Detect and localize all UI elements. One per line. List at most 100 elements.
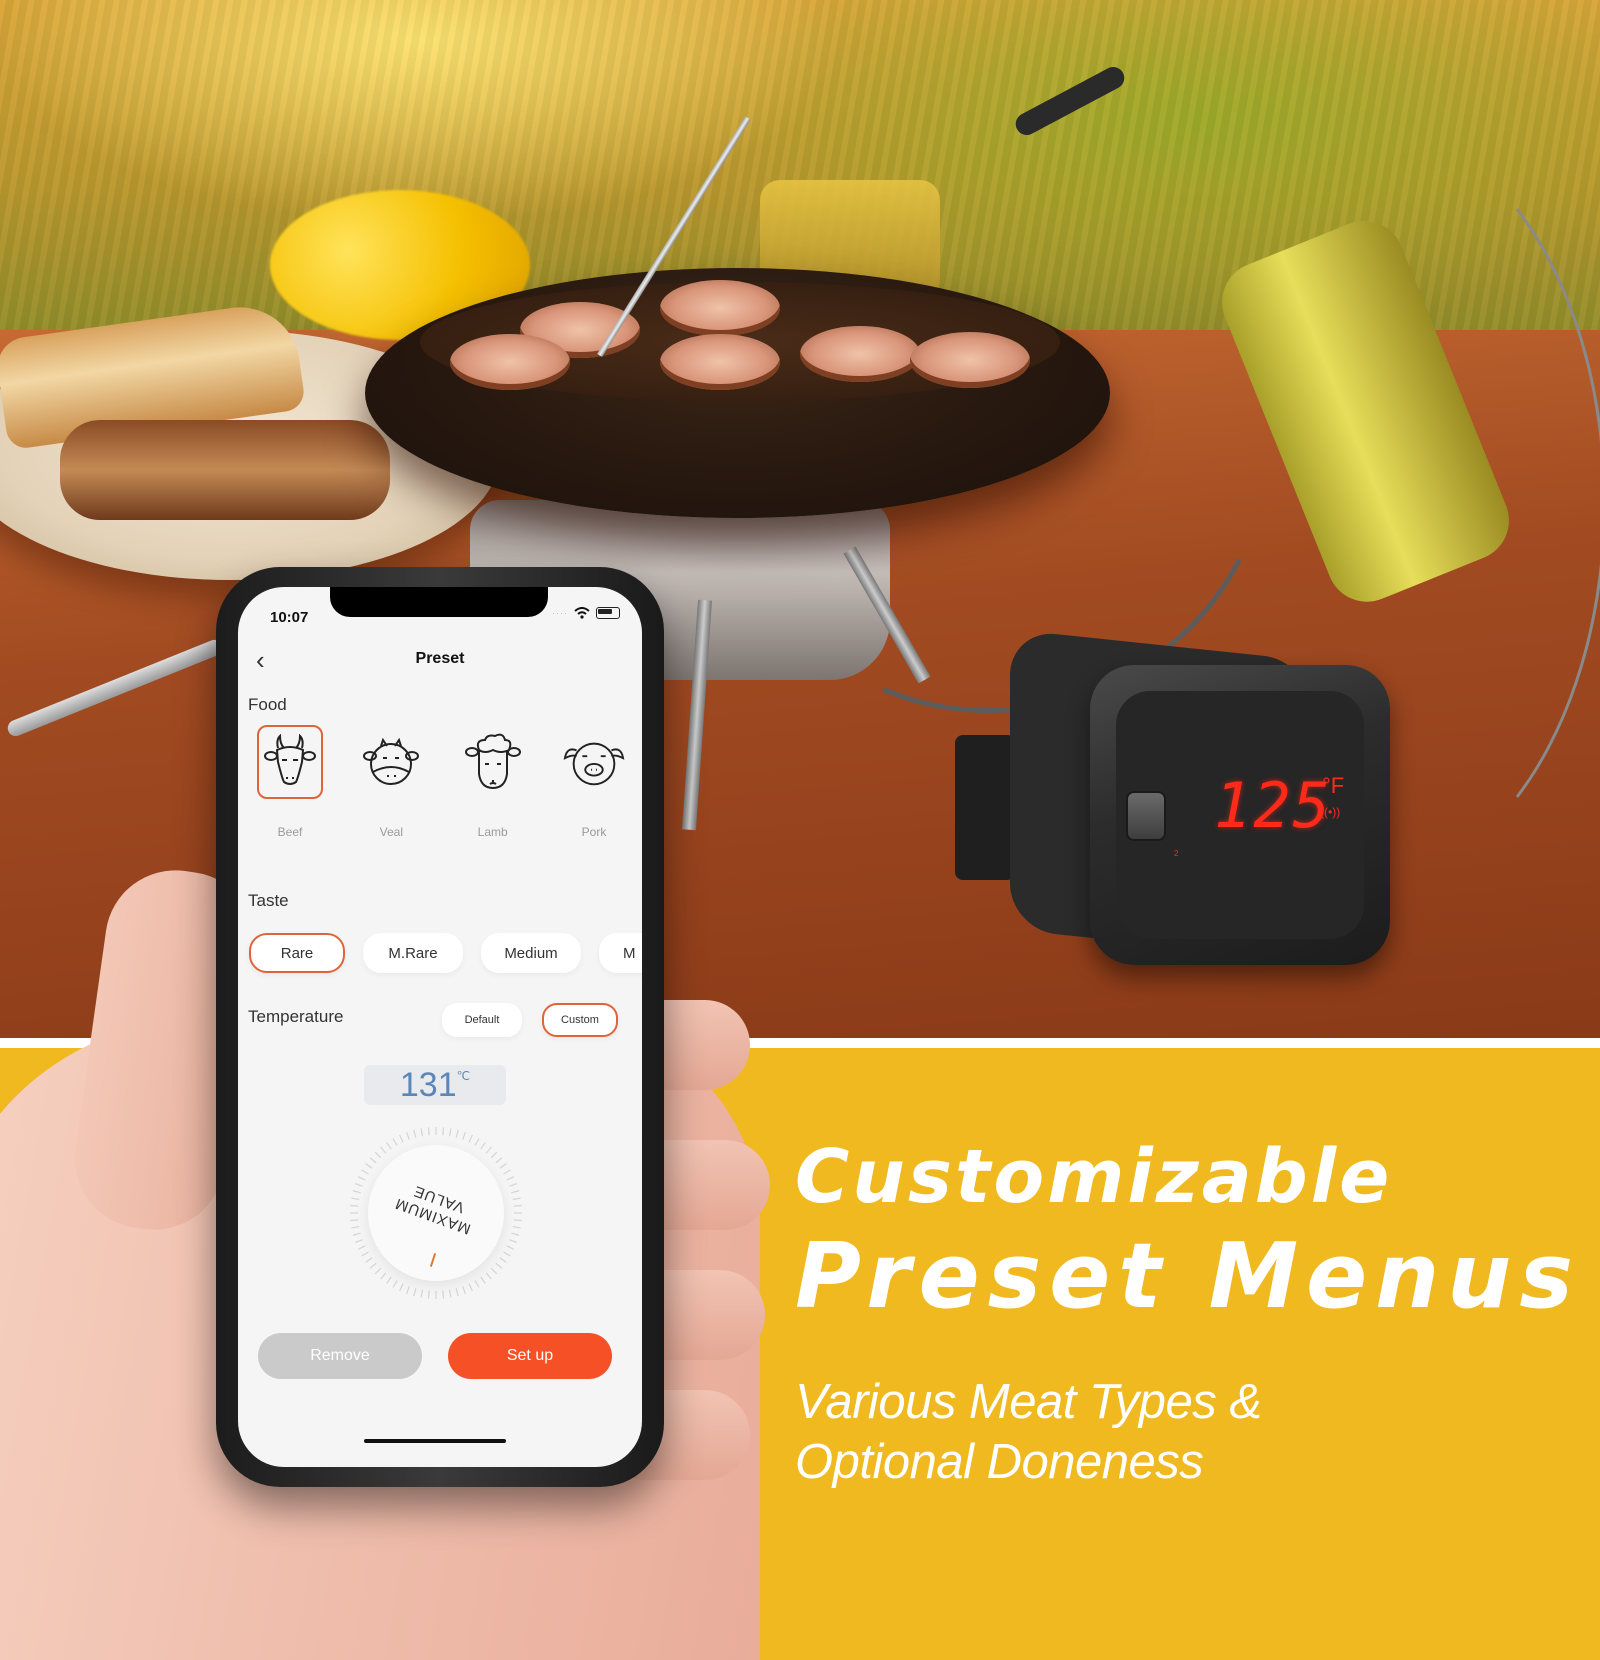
subheadline-line-1: Various Meat Types & [795,1375,1262,1429]
dial-knob[interactable]: MAXIMUM VALUE [368,1145,504,1281]
food-option-lamb[interactable]: Lamb [455,725,531,839]
headline: Customizable Preset Menus [795,1140,1581,1322]
food-option-pork[interactable]: Pork [556,725,632,839]
dial-tick [365,1163,373,1169]
dial-tick [512,1225,521,1229]
temperature-mode-custom[interactable]: Custom [542,1003,618,1037]
dial-tick [495,1157,503,1164]
food-option-veal[interactable]: Veal [353,725,429,839]
app-screen: 10:07 ···· ‹ Preset Food Beef Veal Lamb … [238,587,642,1467]
remove-button[interactable]: Remove [258,1333,422,1379]
dial-tick [480,1276,486,1284]
calf-icon [363,737,420,785]
food-label: Beef [277,825,303,839]
dial-tick [361,1251,369,1257]
taste-option-medium[interactable]: Medium [481,933,581,973]
dial-tick [386,1276,392,1284]
taste-option-medium-rare[interactable]: M.Rare [363,933,463,973]
food-selector: Beef Veal Lamb Pork [252,725,632,839]
device-temperature-display: 125 [1214,769,1332,842]
dial-tick [511,1232,520,1236]
dial-tick [427,1290,430,1299]
device-power-button[interactable] [1126,791,1166,841]
dial-tick [361,1169,369,1175]
dial-tick [351,1197,360,1201]
dial-tick [351,1225,360,1229]
cellular-signal-icon: ···· [552,608,568,618]
dial-tick [392,1138,398,1146]
dial-tick [350,1219,359,1222]
dial-tick [503,1251,511,1257]
dial-tick [480,1142,486,1150]
temperature-value: 131 [399,1066,457,1104]
status-time: 10:07 [270,609,309,626]
dial-tick [427,1127,430,1136]
dial-tick [386,1142,392,1150]
dial-tick [448,1289,452,1298]
taste-selector: Rare M.Rare Medium M [249,933,642,973]
setup-button[interactable]: Set up [448,1333,612,1379]
dial-tick [352,1190,361,1194]
pig-icon [563,742,625,786]
taste-section-label: Taste [248,891,289,910]
cow-icon [264,734,316,785]
thermometer-device: 125 °F ((•)) 2 [1090,665,1390,965]
sausage-slice [660,280,780,336]
dial-tick [455,1129,459,1138]
food-label: Veal [379,825,403,839]
taste-option-partial[interactable]: M [599,933,642,973]
page-title: Preset [415,650,465,667]
dial-tick [490,1151,498,1159]
dial-tick [392,1280,398,1288]
sausage-slice [660,334,780,390]
temperature-mode-toggle: Default Custom [442,1003,618,1037]
status-icons: ···· [552,607,620,619]
home-indicator [364,1439,506,1443]
dial-tick [442,1127,445,1136]
dial-tick [485,1272,492,1280]
dial-tick [420,1128,424,1137]
subheadline: Various Meat Types & Optional Doneness [795,1372,1262,1492]
taste-option-rare[interactable]: Rare [249,933,345,973]
temperature-dial[interactable]: MAXIMUM VALUE [348,1125,524,1301]
dial-tick [511,1190,520,1194]
sheep-icon [464,733,521,790]
dial-tick [380,1146,387,1154]
dial-tick [468,1283,473,1292]
dial-tick [503,1169,511,1175]
dial-tick [399,1283,404,1292]
battery-icon [596,607,620,619]
subheadline-line-2: Optional Doneness [795,1435,1204,1489]
phone-notch [330,587,548,617]
dial-tick [448,1128,452,1137]
dial-tick [499,1163,507,1169]
dial-tick [462,1131,466,1140]
device-clip [955,735,1015,880]
temperature-mode-default[interactable]: Default [442,1003,522,1037]
wifi-icon [574,607,590,619]
dial-tick [365,1257,373,1263]
dial-tick [406,1131,410,1140]
dial-tick [512,1197,521,1201]
dial-tick [468,1134,473,1143]
dial-tick [399,1134,404,1143]
dial-tick [369,1262,377,1269]
dial-tick [413,1288,417,1297]
food-option-beef[interactable]: Beef [252,725,328,839]
dial-tick [350,1204,359,1207]
dial-tick [499,1257,507,1263]
device-probe-number: 2 [1174,849,1179,858]
dial-tick [462,1286,466,1295]
dial-tick [455,1288,459,1297]
headline-line-2: Preset Menus [795,1224,1581,1329]
dial-pointer [429,1253,437,1267]
sausage-slice [450,334,570,390]
dial-tick [374,1151,382,1159]
temperature-readout: 131℃ [364,1065,506,1105]
dial-tick [420,1289,424,1298]
dial-tick [509,1239,518,1243]
dial-tick [495,1262,503,1269]
smartphone: 10:07 ···· ‹ Preset Food Beef Veal Lamb … [216,567,664,1487]
dial-tick [513,1219,522,1222]
temperature-unit: ℃ [456,1069,471,1083]
